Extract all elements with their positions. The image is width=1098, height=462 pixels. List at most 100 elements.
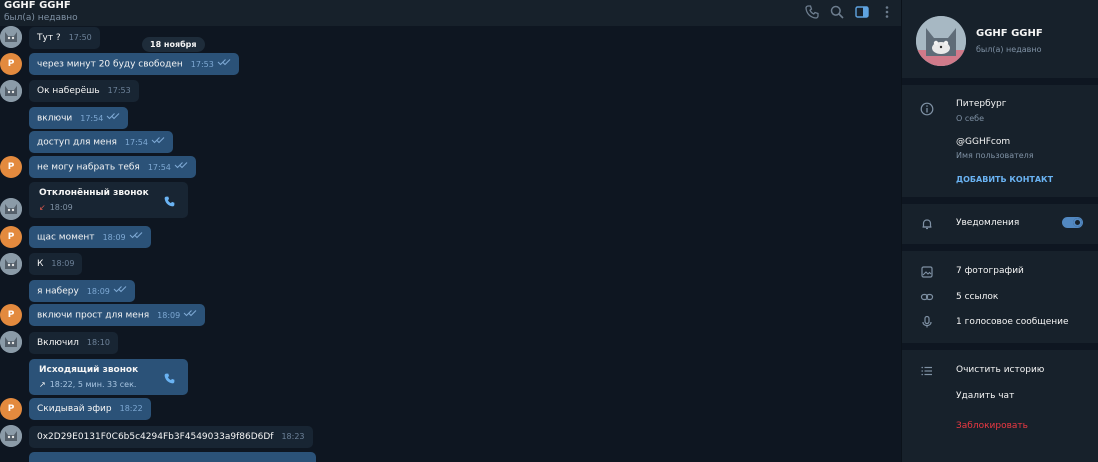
block-user-button[interactable]: Заблокировать: [956, 421, 1028, 431]
list-icon: [920, 364, 934, 378]
message-text: я наберу: [37, 286, 79, 297]
clear-history-button[interactable]: Очистить историю: [956, 365, 1044, 375]
call-missed-arrow-icon: ↙: [39, 203, 46, 212]
bell-icon: [920, 217, 934, 231]
my-avatar[interactable]: Р: [0, 226, 22, 248]
profile-bio-label: О себе: [956, 114, 985, 123]
call-message-declined[interactable]: Отклонённый звонок ↙ 18:09: [29, 182, 188, 218]
profile-username-label: Имя пользователя: [956, 151, 1034, 160]
search-icon[interactable]: [829, 4, 845, 20]
call-phone-icon[interactable]: [163, 193, 176, 207]
message-text: не могу набрать тебя: [37, 162, 140, 173]
message-time: 17:50: [68, 33, 92, 42]
message-outgoing[interactable]: через минут 20 буду свободен 17:53: [29, 53, 239, 75]
my-avatar[interactable]: Р: [0, 156, 22, 178]
read-checks-icon: [106, 107, 120, 129]
message-time: 18:23: [281, 432, 305, 441]
message-time: 18:09: [51, 259, 75, 268]
message-incoming[interactable]: 0x2D29E0131F0C6b5c4294Fb3F4549033a9f86D6…: [29, 426, 313, 448]
message-outgoing[interactable]: я наберу 18:09: [29, 280, 135, 302]
message-text: включи прост для меня: [37, 310, 150, 321]
message-text: включи: [37, 113, 73, 124]
message-text: К: [37, 259, 44, 269]
chat-pane: GGHF GGHF был(а) недавно Р Р Р Р Р 18 но…: [0, 0, 901, 462]
my-avatar[interactable]: Р: [0, 304, 22, 326]
phone-icon[interactable]: [804, 4, 820, 20]
link-icon: [920, 290, 934, 304]
read-checks-icon: [129, 226, 143, 248]
profile-name: GGHF GGHF: [976, 28, 1043, 39]
read-checks-icon: [183, 304, 197, 326]
contact-avatar[interactable]: [0, 198, 22, 220]
call-subtitle: ↗ 18:22, 5 мин. 33 сек.: [39, 380, 137, 389]
contact-avatar[interactable]: [0, 331, 22, 353]
section-separator: [902, 197, 1098, 204]
date-separator: 18 ноября: [142, 37, 205, 52]
message-incoming[interactable]: Ок наберёшь 17:53: [29, 80, 139, 102]
my-avatar[interactable]: Р: [0, 53, 22, 75]
call-message-outgoing[interactable]: Исходящий звонок ↗ 18:22, 5 мин. 33 сек.: [29, 359, 188, 395]
message-text: через минут 20 буду свободен: [37, 59, 183, 70]
contact-avatar[interactable]: [0, 253, 22, 275]
message-time: 18:09: [86, 286, 110, 296]
call-title: Исходящий звонок: [39, 365, 139, 375]
profile-avatar[interactable]: [916, 16, 966, 66]
section-separator: [902, 78, 1098, 85]
message-time: 17:54: [147, 162, 171, 172]
message-outgoing[interactable]: включи прост для меня 18:09: [29, 304, 206, 326]
message-text: Скидывай эфир: [37, 404, 112, 414]
message-outgoing[interactable]: Скидывай эфир 18:22: [29, 398, 151, 420]
read-checks-icon: [217, 53, 231, 75]
profile-username[interactable]: @GGHFcom: [956, 137, 1010, 147]
message-time: 17:54: [80, 113, 104, 123]
delete-chat-button[interactable]: Удалить чат: [956, 391, 1014, 401]
message-outgoing[interactable]: не могу набрать тебя 17:54: [29, 156, 196, 178]
profile-bio: Питербург: [956, 99, 1007, 109]
message-incoming[interactable]: Тут ? 17:50: [29, 27, 100, 49]
message-time: 17:53: [190, 59, 214, 69]
photo-icon: [920, 265, 934, 279]
chat-header[interactable]: GGHF GGHF был(а) недавно: [0, 0, 901, 26]
message-time: 17:54: [124, 137, 148, 147]
call-subtitle: ↙ 18:09: [39, 203, 73, 212]
contact-avatar[interactable]: [0, 26, 22, 48]
call-title: Отклонённый звонок: [39, 188, 149, 198]
message-outgoing[interactable]: щас момент 18:09: [29, 226, 151, 248]
shared-photos-item[interactable]: 7 фотографий: [956, 266, 1024, 276]
message-outgoing[interactable]: доступ для меня 17:54: [29, 131, 173, 153]
call-outgoing-arrow-icon: ↗: [39, 380, 46, 389]
profile-info-pane: GGHF GGHF был(а) недавно Питербург О себ…: [902, 0, 1098, 462]
message-text: щас момент: [37, 232, 95, 243]
read-checks-icon: [174, 156, 188, 178]
read-checks-icon: [151, 131, 165, 153]
sidebar-toggle-icon[interactable]: [854, 4, 870, 20]
section-separator: [902, 244, 1098, 251]
message-time: 18:09: [157, 310, 181, 320]
message-text: Включил: [37, 338, 79, 348]
telegram-window: GGHF GGHF был(а) недавно Р Р Р Р Р 18 но…: [0, 0, 1098, 462]
call-phone-icon[interactable]: [163, 370, 176, 384]
notifications-toggle[interactable]: [1062, 217, 1083, 228]
my-avatar[interactable]: Р: [0, 398, 22, 420]
message-text: Тут ?: [37, 33, 61, 43]
notifications-label: Уведомления: [956, 218, 1020, 228]
message-text: доступ для меня: [37, 137, 117, 148]
contact-avatar[interactable]: [0, 80, 22, 102]
message-text: 0x2D29E0131F0C6b5c4294Fb3F4549033a9f86D6…: [37, 432, 274, 442]
add-contact-button[interactable]: ДОБАВИТЬ КОНТАКТ: [956, 175, 1053, 184]
message-time: 18:22: [119, 404, 143, 413]
message-time: 18:10: [86, 338, 110, 347]
message-incoming[interactable]: К 18:09: [29, 253, 83, 275]
message-outgoing[interactable]: включи 17:54: [29, 107, 129, 129]
contact-avatar[interactable]: [0, 425, 22, 447]
info-icon: [920, 102, 934, 116]
message-text: Ок наберёшь: [37, 86, 100, 96]
shared-voice-item[interactable]: 1 голосовое сообщение: [956, 317, 1069, 327]
message-incoming[interactable]: Включил 18:10: [29, 332, 118, 354]
shared-links-item[interactable]: 5 ссылок: [956, 292, 998, 302]
chat-title: GGHF GGHF: [4, 0, 71, 11]
message-outgoing-partial[interactable]: [29, 452, 316, 462]
chat-status: был(а) недавно: [4, 13, 78, 23]
section-separator: [902, 343, 1098, 350]
more-vertical-icon[interactable]: [879, 4, 895, 20]
